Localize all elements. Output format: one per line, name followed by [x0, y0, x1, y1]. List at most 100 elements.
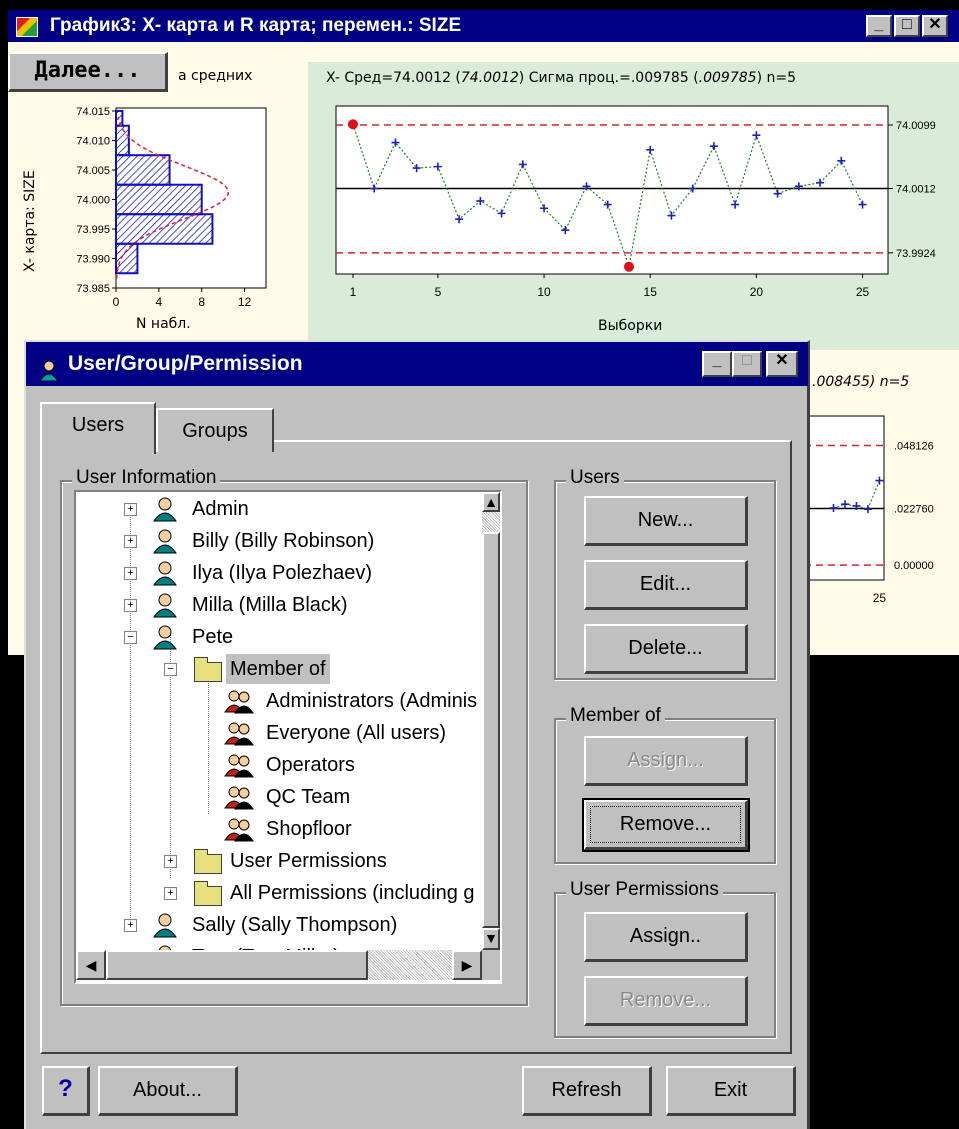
xbar-xtick-3: 15 [644, 285, 658, 299]
xbar-header-suffix: ) n=5 [756, 70, 796, 86]
edit-user-button[interactable]: Edit... [584, 560, 748, 610]
dialog-title: User/Group/Permission [68, 352, 303, 375]
user-icon [152, 560, 178, 591]
group-icon [224, 720, 254, 751]
xbar-sigma: .009785 [698, 70, 757, 86]
about-button-label: About... [133, 1079, 202, 1101]
histogram-bar-5 [115, 242, 139, 275]
expand-toggle-user-2[interactable]: + [124, 567, 137, 580]
tree-member-of[interactable]: Member of [226, 654, 330, 684]
xbar-xtick-0: 1 [350, 285, 357, 299]
about-button[interactable]: About... [98, 1066, 238, 1116]
scroll-corner [482, 950, 500, 980]
chart-window-titlebar[interactable]: График3: X- карта и R карта; перемен.: S… [8, 10, 959, 42]
remove-group-button[interactable]: Remove... [582, 798, 750, 852]
scroll-down-button[interactable]: ▼ [482, 928, 500, 950]
r-right-label-1: .022760 [894, 504, 934, 516]
expand-toggle-all-permissions[interactable]: + [164, 887, 177, 900]
xbar-header-mid: ) Сигма проц.=.009785 ( [518, 70, 699, 86]
hist-ytick-1: 74.010 [76, 135, 110, 147]
expand-toggle-user-3[interactable]: + [124, 599, 137, 612]
tree-user-permissions[interactable]: User Permissions [230, 846, 387, 876]
expand-toggle-user-4[interactable]: − [124, 631, 137, 644]
user-icon [152, 496, 178, 527]
delete-button-label: Delete... [628, 637, 703, 659]
user-permissions-group-label: User Permissions [566, 879, 723, 901]
folder-icon [194, 657, 222, 682]
tree-all-permissions[interactable]: All Permissions (including g [230, 878, 475, 908]
histogram-bar-3 [115, 183, 203, 216]
expand-toggle-user-after-0[interactable]: + [124, 919, 137, 932]
group-icon [224, 816, 254, 847]
expand-toggle-member-of[interactable]: − [164, 663, 177, 676]
expand-toggle-user-1[interactable]: + [124, 535, 137, 548]
refresh-button[interactable]: Refresh [522, 1066, 652, 1116]
scroll-right-button[interactable]: ▶ [452, 950, 482, 980]
tree-group-0[interactable]: Administrators (Adminis [266, 686, 477, 716]
hscroll-thumb[interactable] [106, 950, 368, 980]
tree-group-3[interactable]: QC Team [266, 782, 350, 812]
tab-users[interactable]: Users [40, 402, 156, 454]
xbar-xtick-5: 25 [856, 285, 870, 299]
maximize-button[interactable]: □ [894, 15, 920, 37]
tree-group-2[interactable]: Operators [266, 750, 355, 780]
close-button[interactable]: ✕ [922, 15, 948, 37]
xbar-xtick-1: 5 [435, 285, 442, 299]
tree-user-3[interactable]: Milla (Milla Black) [192, 590, 348, 620]
r-right-label-0: .048126 [894, 441, 934, 453]
hist-ytick-6: 73.985 [76, 283, 110, 295]
user-information-label: User Information [72, 467, 221, 489]
hist-ytick-3: 74.000 [76, 194, 110, 206]
hist-ytick-0: 74.015 [76, 106, 110, 118]
minimize-button[interactable]: _ [866, 15, 892, 37]
xbar-plot-area [335, 105, 889, 275]
vscroll-thumb[interactable] [482, 532, 500, 928]
tree-user-after-0[interactable]: Sally (Sally Thompson) [192, 910, 397, 940]
tree-group-1[interactable]: Everyone (All users) [266, 718, 446, 748]
delete-user-button[interactable]: Delete... [584, 624, 748, 674]
xbar-point-out-1 [347, 119, 358, 130]
hist-xtick-3: 12 [238, 295, 252, 309]
hist-xtick-1: 4 [156, 295, 163, 309]
exit-button-label: Exit [713, 1079, 748, 1101]
chart-window-title: График3: X- карта и R карта; перемен.: S… [50, 15, 462, 36]
tree-group-4[interactable]: Shopfloor [266, 814, 352, 844]
r-right-label-2: 0.00000 [894, 560, 934, 572]
expand-toggle-user-permissions[interactable]: + [164, 855, 177, 868]
xbar-xtick-4: 20 [750, 285, 764, 299]
expand-toggle-user-0[interactable]: + [124, 503, 137, 516]
dialog-maximize-button[interactable]: □ [732, 351, 762, 377]
next-button[interactable]: Далее... [8, 52, 168, 92]
tree-user-2[interactable]: Ilya (Ilya Polezhaev) [192, 558, 372, 588]
tree-user-0[interactable]: Admin [192, 494, 249, 524]
scroll-up-button[interactable]: ▲ [482, 492, 500, 512]
xbar-chart: 74.009974.001273.99241 5 10 15 20 25 [335, 105, 936, 299]
histogram-xlabel: N набл. [136, 316, 191, 332]
tree-user-1[interactable]: Billy (Billy Robinson) [192, 526, 374, 556]
tab-groups[interactable]: Groups [156, 408, 274, 452]
dialog-titlebar[interactable]: User/Group/Permission _ □ ✕ [26, 342, 808, 386]
assign-group-button[interactable]: Assign... [584, 736, 748, 786]
xbar-right-label-1: 74.0012 [896, 184, 936, 196]
histogram-chart: 74.015 74.010 74.005 74.000 73.995 73.990 73.9… [76, 106, 267, 309]
remove-permission-button[interactable]: Remove... [584, 976, 748, 1026]
assign-button-label: Assign... [627, 749, 704, 771]
scroll-left-button[interactable]: ◀ [76, 950, 106, 980]
new-button-label: New... [637, 509, 694, 531]
xbar-right-label-2: 73.9924 [896, 248, 936, 260]
xbar-header-prefix: X- Сред=74.0012 ( [326, 70, 461, 86]
dialog-close-button[interactable]: ✕ [766, 351, 798, 377]
tree-user-4[interactable]: Pete [192, 622, 233, 652]
new-user-button[interactable]: New... [584, 496, 748, 546]
folder-icon [194, 881, 222, 906]
dialog-minimize-button[interactable]: _ [702, 351, 732, 377]
refresh-button-label: Refresh [551, 1079, 622, 1101]
user-icon [152, 592, 178, 623]
hist-ytick-2: 74.005 [76, 165, 110, 177]
group-icon [224, 688, 254, 719]
r-xtick-0: 25 [873, 591, 887, 605]
exit-button[interactable]: Exit [666, 1066, 796, 1116]
assign-permission-button[interactable]: Assign.. [584, 912, 748, 962]
help-button[interactable]: ? [42, 1066, 90, 1116]
user-tree[interactable]: + Admin + Billy (Billy Robinson) + Ilya (Ilya… [74, 490, 502, 984]
